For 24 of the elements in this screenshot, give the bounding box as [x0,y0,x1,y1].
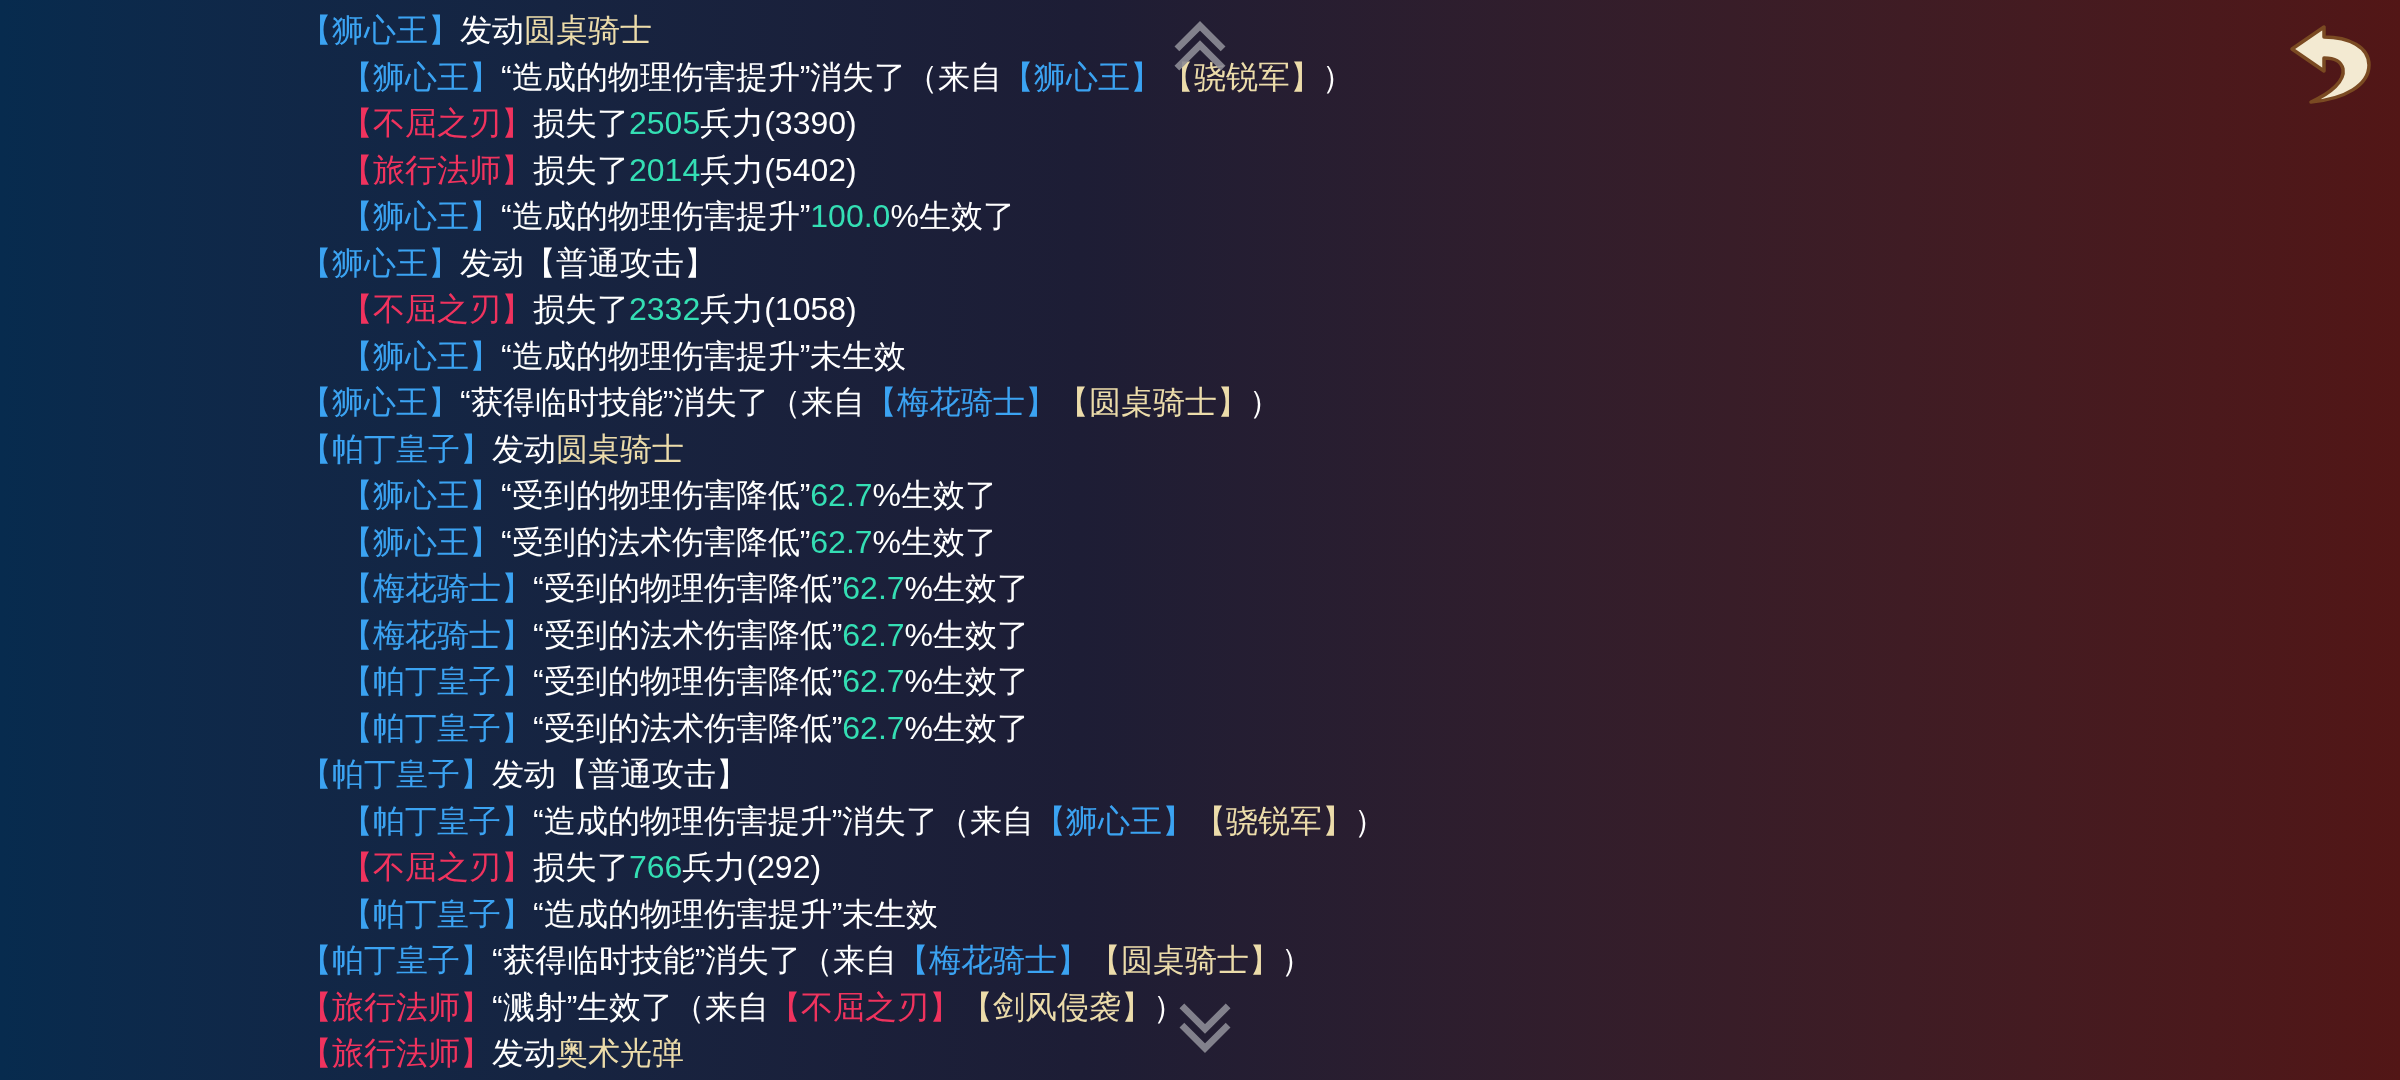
log-line: 【狮心王】发动【普通攻击】 [300,243,716,283]
log-line: 【帕丁皇子】“造成的物理伤害提升”消失了（来自【狮心王】【骁锐军】） [341,801,1387,841]
log-line: 【不屈之刃】损失了2505兵力(3390) [341,104,857,143]
log-line: 【帕丁皇子】“受到的法术伤害降低”62.7%生效了 [341,708,1030,748]
log-line: 【旅行法师】“溅射”生效了（来自【不屈之刃】【剑风侵袭】） [300,987,1186,1027]
log-line: 【狮心王】“造成的物理伤害提升”未生效 [341,336,907,376]
log-line: 【帕丁皇子】“受到的物理伤害降低”62.7%生效了 [341,662,1030,701]
log-line: 【梅花骑士】“受到的法术伤害降低”62.7%生效了 [341,615,1030,655]
log-line: 【旅行法师】损失了2014兵力(5402) [341,150,857,190]
log-line: 【狮心王】“获得临时技能”消失了（来自【梅花骑士】【圆桌骑士】） [300,383,1282,422]
log-line: 【狮心王】“造成的物理伤害提升”100.0%生效了 [341,197,1015,236]
log-line: 【帕丁皇子】发动【普通攻击】 [300,755,748,794]
log-line: 【狮心王】“造成的物理伤害提升”消失了（来自【狮心王】【骁锐军】） [341,57,1355,97]
log-line: 【帕丁皇子】“获得临时技能”消失了（来自【梅花骑士】【圆桌骑士】） [300,941,1314,980]
log-line: 【狮心王】“受到的物理伤害降低”62.7%生效了 [341,476,998,515]
log-line: 【狮心王】“受到的法术伤害降低”62.7%生效了 [341,522,998,562]
u-turn-arrow-icon[interactable] [2288,24,2372,106]
log-line: 【帕丁皇子】“造成的物理伤害提升”未生效 [341,894,939,934]
log-line: 【不屈之刃】损失了766兵力(292) [341,848,822,887]
log-line: 【旅行法师】发动奥术光弹 [300,1034,684,1073]
log-line: 【梅花骑士】“受到的物理伤害降低”62.7%生效了 [341,569,1030,608]
log-line: 【狮心王】发动圆桌骑士 [300,11,652,50]
log-line: 【帕丁皇子】发动圆桌骑士 [300,429,684,469]
log-line: 【不屈之刃】损失了2332兵力(1058) [341,290,857,329]
